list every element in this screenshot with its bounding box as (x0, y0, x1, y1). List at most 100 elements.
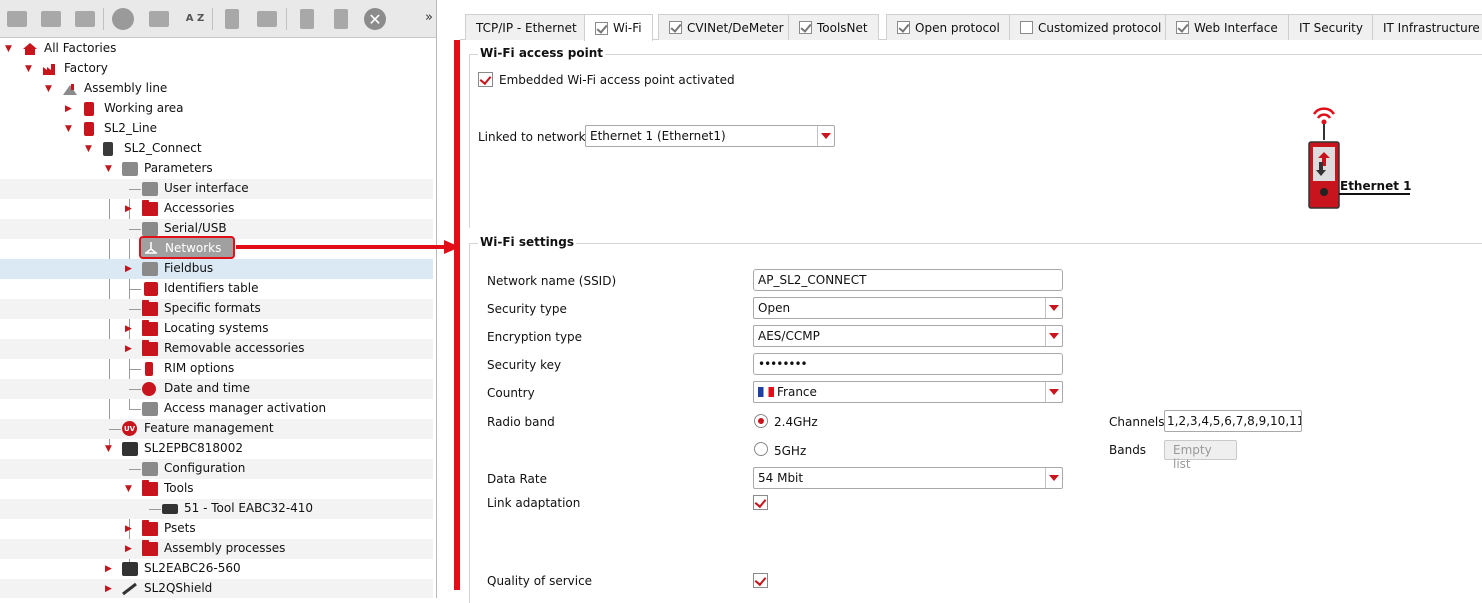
tree-item-networks[interactable]: Networks (139, 236, 235, 259)
tab-wi-fi[interactable]: Wi-Fi (584, 14, 653, 41)
channels-input[interactable]: 1,2,3,4,5,6,7,8,9,10,11 (1164, 410, 1302, 432)
tree-item-locating-systems[interactable]: ▶ Locating systems (0, 319, 433, 339)
assembly-line-icon (63, 84, 77, 95)
copy-device-icon[interactable] (146, 6, 172, 32)
navigation-pane: A Z ✕ » ▼ All Factories ▼ Factory ▼ Asse… (0, 0, 437, 598)
tree-item-sl2eabc26-560[interactable]: ▶ SL2EABC26-560 (0, 559, 433, 579)
tab-tcp-ip-ethernet[interactable]: TCP/IP - Ethernet (465, 14, 588, 40)
checkbox-icon[interactable] (595, 21, 608, 35)
tree-item-all-factories[interactable]: ▼ All Factories (0, 39, 433, 59)
qos-checkbox[interactable] (753, 573, 768, 588)
folder-icon (142, 320, 158, 336)
tree-item-assembly-processes[interactable]: ▶ Assembly processes (0, 539, 433, 559)
tree-item-sl2-line[interactable]: ▼ SL2_Line (0, 119, 433, 139)
add-icon[interactable] (72, 6, 98, 32)
checkbox-icon[interactable] (897, 21, 910, 34)
tree-item-removable-accessories[interactable]: ▶ Removable accessories (0, 339, 433, 359)
add-icon[interactable] (38, 6, 64, 32)
tab-open-protocol[interactable]: Open protocol (886, 14, 1011, 40)
folder-icon (142, 300, 158, 316)
tab-cvinet-demeter[interactable]: CVINet/DeMeter (658, 14, 795, 40)
rim-options-icon (145, 362, 153, 376)
data-rate-select[interactable]: 54 Mbit (753, 467, 1063, 489)
dropdown-arrow-icon[interactable] (817, 126, 834, 146)
copy-icon[interactable] (294, 6, 320, 32)
linked-network-select[interactable]: Ethernet 1 (Ethernet1) (585, 125, 835, 147)
bands-label: Bands (1109, 443, 1147, 457)
paste-icon[interactable] (328, 6, 354, 32)
security-key-input[interactable]: •••••••• (753, 353, 1063, 375)
tree-item-sl2epbc818002[interactable]: ▼ SL2EPBC818002 (0, 439, 433, 459)
tree-item-tools[interactable]: ▼ Tools (0, 479, 433, 499)
tree-item-parameters[interactable]: ▼ Parameters (0, 159, 433, 179)
configuration-icon (142, 462, 158, 476)
ethernet-diagram-label: Ethernet 1 (1340, 179, 1411, 193)
radio-band-label: Radio band (487, 415, 555, 429)
country-select[interactable]: France (753, 381, 1063, 403)
dropdown-arrow-icon[interactable] (1045, 382, 1062, 402)
link-adaptation-checkbox[interactable] (753, 495, 768, 510)
highlight-arrow (236, 240, 460, 254)
device-icon[interactable] (110, 6, 136, 32)
encryption-type-select[interactable]: AES/CCMP (753, 325, 1063, 347)
toolbar: A Z ✕ » (0, 0, 436, 38)
bands-empty-list-button[interactable]: Empty list (1164, 440, 1237, 471)
tab-customized-protocol[interactable]: Customized protocol (1009, 14, 1173, 40)
folder-icon (142, 200, 158, 216)
ethernet-device-diagram: Ethernet 1 (1308, 107, 1411, 209)
tree-item-tool-eabc32-410[interactable]: 51 - Tool EABC32-410 (0, 499, 433, 519)
encryption-type-label: Encryption type (487, 330, 583, 344)
embedded-ap-checkbox[interactable] (478, 72, 493, 87)
dropdown-arrow-icon[interactable] (1045, 298, 1062, 318)
tree-item-sl2qshield[interactable]: ▶ SL2QShield (0, 579, 433, 598)
tab-web-interface[interactable]: Web Interface (1165, 14, 1289, 40)
band-5ghz-radio[interactable] (754, 442, 768, 456)
serial-usb-icon (142, 222, 158, 236)
tree-item-date-and-time[interactable]: Date and time (0, 379, 433, 399)
tree-item-feature-management[interactable]: UV Feature management (0, 419, 433, 439)
network-icon (145, 242, 157, 254)
tab-it-security[interactable]: IT Security (1288, 14, 1374, 40)
add-icon[interactable] (4, 6, 30, 32)
tree-item-assembly-line[interactable]: ▼ Assembly line (0, 79, 433, 99)
france-flag-icon (758, 387, 774, 397)
tree-item-working-area[interactable]: ▶ Working area (0, 99, 433, 119)
checkbox-icon[interactable] (799, 21, 812, 34)
tree-item-factory[interactable]: ▼ Factory (0, 59, 433, 79)
ssid-input[interactable]: AP_SL2_CONNECT (753, 269, 1063, 291)
dropdown-arrow-icon[interactable] (1045, 468, 1062, 488)
tree-item-rim-options[interactable]: RIM options (0, 359, 433, 379)
tree-item-configuration[interactable]: Configuration (0, 459, 433, 479)
checkbox-icon[interactable] (669, 21, 682, 34)
band-24ghz-radio[interactable] (754, 414, 768, 428)
line-icon (84, 122, 94, 136)
tree-item-sl2-connect[interactable]: ▼ SL2_Connect (0, 139, 433, 159)
tree-item-psets[interactable]: ▶ Psets (0, 519, 433, 539)
tab-it-infrastructure[interactable]: IT Infrastructure (1372, 14, 1482, 40)
content-pane: TCP/IP - Ethernet Wi-Fi CVINet/DeMeter T… (460, 0, 1482, 603)
toolbar-overflow-icon[interactable]: » (425, 10, 433, 25)
tab-toolsnet[interactable]: ToolsNet (788, 14, 879, 40)
clock-icon (142, 382, 156, 396)
user-interface-icon (142, 182, 158, 196)
sort-az-icon[interactable]: A Z (182, 6, 208, 32)
folder-icon (142, 340, 158, 356)
tree-item-accessories[interactable]: ▶ Accessories (0, 199, 433, 219)
dropdown-arrow-icon[interactable] (1045, 326, 1062, 346)
delete-icon[interactable]: ✕ (362, 6, 388, 32)
tab-bar: TCP/IP - Ethernet Wi-Fi CVINet/DeMeter T… (460, 12, 1482, 41)
checkbox-icon[interactable] (1176, 21, 1189, 34)
tree-item-specific-formats[interactable]: Specific formats (0, 299, 433, 319)
tree-item-user-interface[interactable]: User interface (0, 179, 433, 199)
band-5ghz-label: 5GHz (774, 444, 807, 458)
tool-icon[interactable] (219, 6, 245, 32)
tree-item-fieldbus[interactable]: ▶ Fieldbus (0, 259, 433, 279)
security-type-select[interactable]: Open (753, 297, 1063, 319)
checkbox-icon[interactable] (1020, 21, 1033, 34)
controller-icon (103, 142, 113, 156)
tool-icon (162, 504, 178, 514)
tree-item-identifiers-table[interactable]: Identifiers table (0, 279, 433, 299)
tree-item-access-manager-activation[interactable]: Access manager activation (0, 399, 433, 419)
export-icon[interactable] (254, 6, 280, 32)
folder-icon (142, 540, 158, 556)
